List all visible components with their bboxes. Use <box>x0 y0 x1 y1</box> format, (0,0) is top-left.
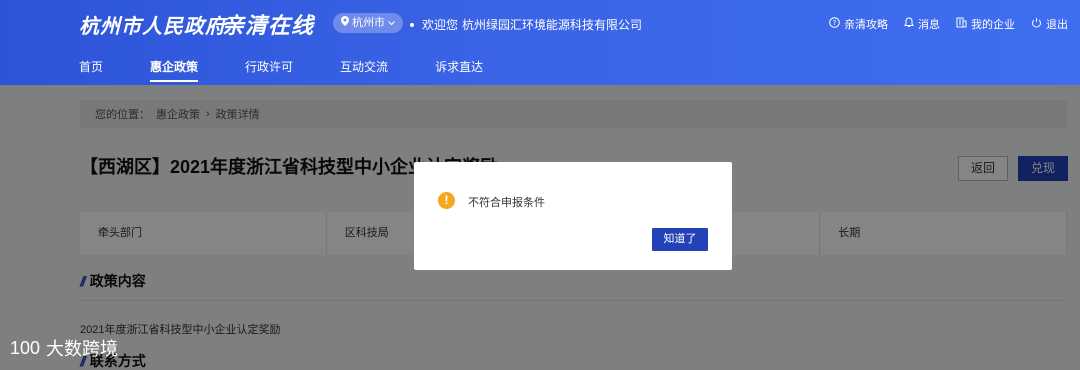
dialog-confirm-button[interactable]: 知道了 <box>652 228 708 251</box>
top-header: 杭州市人民政府 亲清在线 杭州市 欢迎您 杭州绿园汇环境能源科技有限公司 ? 亲… <box>0 0 1080 85</box>
nav-item-interaction[interactable]: 互动交流 <box>340 58 388 82</box>
warning-icon: ! <box>438 192 455 209</box>
svg-text:?: ? <box>833 19 837 27</box>
top-link-label: 消息 <box>918 19 940 31</box>
nav-item-permits[interactable]: 行政许可 <box>245 58 293 82</box>
welcome-prefix: 欢迎您 <box>422 18 459 32</box>
nav-item-policies[interactable]: 惠企政策 <box>150 58 199 82</box>
location-pin-icon <box>341 13 349 33</box>
nav-item-home[interactable]: 首页 <box>79 58 103 82</box>
main-nav: 首页 惠企政策 行政许可 互动交流 诉求直达 <box>79 58 530 82</box>
welcome-message: 欢迎您 杭州绿园汇环境能源科技有限公司 <box>410 16 642 33</box>
top-link-label: 我的企业 <box>971 19 1015 31</box>
alert-dialog: ! 不符合申报条件 知道了 <box>414 162 732 270</box>
watermark-text: 大数跨境 <box>46 339 119 359</box>
top-links: ? 亲清攻略 消息 我的企业 退出 <box>829 16 1068 32</box>
watermark-logo: 100 <box>10 337 41 358</box>
top-link-guide[interactable]: ? 亲清攻略 <box>829 16 888 32</box>
power-icon <box>1031 17 1042 31</box>
watermark: 100 大数跨境 <box>10 335 118 361</box>
top-link-label: 亲清攻略 <box>844 19 888 31</box>
top-link-my-company[interactable]: 我的企业 <box>956 16 1015 32</box>
top-link-label: 退出 <box>1046 19 1068 31</box>
dialog-message: 不符合申报条件 <box>468 197 545 209</box>
bullet-dot <box>410 22 414 27</box>
top-link-logout[interactable]: 退出 <box>1031 16 1068 32</box>
brand-logo[interactable]: 杭州市人民政府 <box>79 10 226 39</box>
bell-icon <box>904 17 914 31</box>
building-icon <box>956 17 967 31</box>
help-circle-icon: ? <box>829 17 840 31</box>
city-label: 杭州市 <box>352 17 385 29</box>
company-name: 杭州绿园汇环境能源科技有限公司 <box>462 18 643 32</box>
city-selector[interactable]: 杭州市 <box>333 13 403 33</box>
slogan-logo: 亲清在线 <box>222 13 315 38</box>
chevron-down-icon <box>388 13 395 33</box>
top-link-messages[interactable]: 消息 <box>904 16 940 32</box>
nav-item-appeals[interactable]: 诉求直达 <box>435 58 483 82</box>
